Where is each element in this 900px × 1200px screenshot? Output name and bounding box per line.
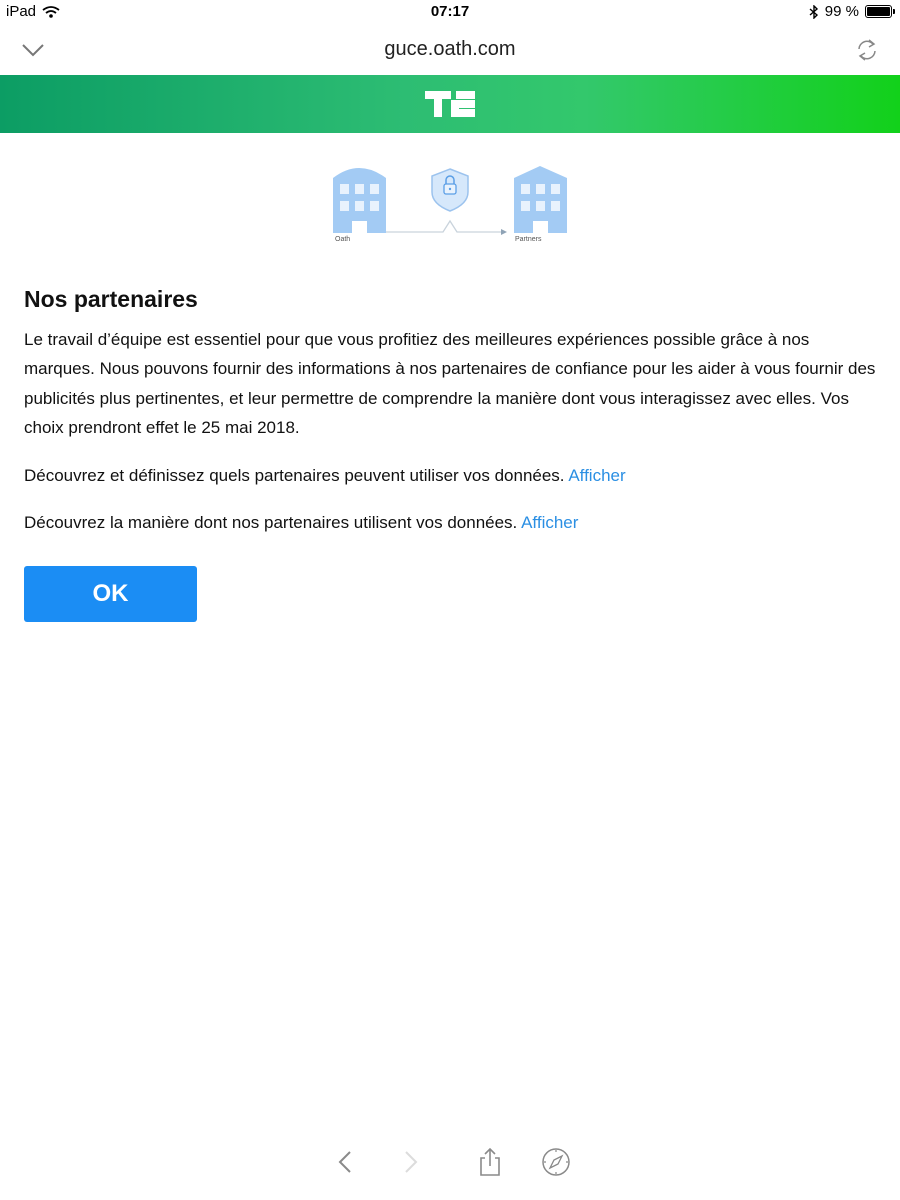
- afficher-link-2[interactable]: Afficher: [521, 513, 578, 532]
- reload-icon[interactable]: [854, 36, 880, 64]
- oath-label: Oath: [335, 236, 350, 243]
- status-right: 99 %: [809, 3, 895, 20]
- address-bar: guce.oath.com: [0, 26, 900, 74]
- connection-line: [386, 219, 505, 233]
- page-title: Nos partenaires: [24, 286, 198, 312]
- afficher-link-1[interactable]: Afficher: [568, 466, 625, 485]
- forward-icon[interactable]: [394, 1146, 426, 1178]
- partners-data-line: Découvrez la manière dont nos partenaire…: [24, 511, 876, 535]
- arrow-head-icon: [501, 229, 507, 235]
- partners-building-icon: [514, 166, 567, 233]
- browser-toolbar: [0, 1140, 900, 1186]
- site-banner: TC: [0, 75, 900, 133]
- battery-fill: [867, 7, 890, 16]
- compass-icon[interactable]: [540, 1146, 572, 1178]
- partners-use-line: Découvrez et définissez quels partenaire…: [24, 464, 876, 488]
- url-field[interactable]: guce.oath.com: [0, 38, 900, 61]
- battery-percent: 99 %: [824, 3, 859, 20]
- status-time: 07:17: [430, 3, 470, 20]
- partners-label: Partners: [515, 236, 542, 243]
- main-content: Nos partenaires Le travail d’équipe est …: [24, 286, 876, 535]
- partners-data-text: Découvrez la manière dont nos partenaire…: [24, 513, 518, 533]
- shield-lock-icon: [431, 168, 469, 212]
- partners-use-text: Découvrez et définissez quels partenaire…: [24, 466, 565, 486]
- intro-paragraph: Le travail d’équipe est essentiel pour q…: [24, 330, 876, 437]
- oath-building-icon: [333, 168, 386, 233]
- data-sharing-illustration: Oath Partners: [333, 166, 567, 243]
- share-icon[interactable]: [474, 1146, 506, 1178]
- ok-button[interactable]: OK: [24, 566, 197, 622]
- bluetooth-icon: [809, 4, 818, 19]
- status-bar: iPad 07:17 99 %: [0, 0, 900, 24]
- back-icon[interactable]: [330, 1146, 362, 1178]
- battery-icon: [865, 5, 895, 18]
- techcrunch-logo: TC: [425, 91, 475, 117]
